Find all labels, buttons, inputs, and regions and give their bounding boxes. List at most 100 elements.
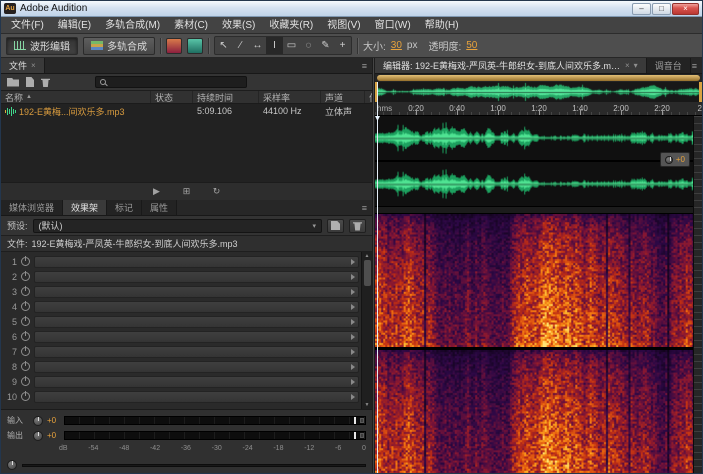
mix-knob[interactable] bbox=[7, 460, 17, 470]
effect-slot-button[interactable] bbox=[34, 301, 359, 313]
maximize-button[interactable]: □ bbox=[652, 3, 671, 15]
tab-mixer[interactable]: 调音台 bbox=[647, 58, 691, 73]
menu-item-6[interactable]: 视图(V) bbox=[320, 17, 367, 34]
scroll-down-icon[interactable]: ▼ bbox=[365, 402, 370, 408]
menu-item-3[interactable]: 素材(C) bbox=[167, 17, 215, 34]
range-fill[interactable] bbox=[377, 75, 700, 81]
effect-slot-button[interactable] bbox=[34, 331, 359, 343]
tab-close-icon[interactable]: × bbox=[31, 61, 36, 70]
chevron-down-icon[interactable]: ▾ bbox=[634, 61, 638, 70]
panel-menu-icon[interactable]: ≡ bbox=[362, 200, 367, 216]
effect-slot-button[interactable] bbox=[34, 361, 359, 373]
loop-playback-button[interactable]: ↻ bbox=[209, 185, 225, 198]
paintbrush-selection-tool-icon[interactable]: ✎ bbox=[317, 37, 334, 54]
waveform-spectral-splitter[interactable] bbox=[375, 206, 702, 214]
range-handle-right[interactable] bbox=[699, 82, 702, 102]
overview-waveform[interactable] bbox=[375, 82, 702, 102]
power-toggle-icon[interactable] bbox=[21, 272, 30, 281]
menu-item-8[interactable]: 帮助(H) bbox=[418, 17, 466, 34]
volume-hud[interactable]: +0 bbox=[660, 152, 690, 167]
power-toggle-icon[interactable] bbox=[21, 347, 30, 356]
power-toggle-icon[interactable] bbox=[21, 317, 30, 326]
volume-hud-value[interactable]: +0 bbox=[676, 155, 685, 164]
menu-item-5[interactable]: 收藏夹(R) bbox=[262, 17, 320, 34]
timeline-ruler[interactable]: hms 0:200:401:001:201:402:002:202:4 bbox=[375, 102, 702, 116]
file-row[interactable]: 192-E黄梅...间欢乐多.mp3 5:09.106 44100 Hz 立体声 bbox=[1, 104, 372, 118]
time-selection-tool-icon[interactable]: I bbox=[266, 37, 283, 54]
effect-slot-button[interactable] bbox=[34, 271, 359, 283]
overview-strip[interactable] bbox=[375, 82, 702, 102]
tab-files[interactable]: 文件 × bbox=[1, 58, 45, 73]
column-header-3[interactable]: 采样率 bbox=[259, 91, 321, 103]
input-gain-value[interactable]: +0 bbox=[47, 416, 60, 425]
scrollbar-thumb[interactable] bbox=[364, 260, 371, 286]
brush-size-value[interactable]: 30 bbox=[391, 40, 402, 51]
delete-file-icon[interactable] bbox=[41, 77, 50, 87]
effect-slot-button[interactable] bbox=[34, 391, 359, 403]
effect-slot-button[interactable] bbox=[34, 256, 359, 268]
minimize-button[interactable]: – bbox=[632, 3, 651, 15]
import-file-icon[interactable] bbox=[26, 77, 34, 87]
spectral-frequency-display-icon[interactable] bbox=[166, 38, 182, 54]
search-input[interactable] bbox=[95, 76, 247, 88]
column-header-0[interactable]: 名称▲ bbox=[1, 91, 151, 103]
menu-item-7[interactable]: 窗口(W) bbox=[368, 17, 418, 34]
delete-preset-button[interactable] bbox=[349, 219, 366, 233]
power-toggle-icon[interactable] bbox=[21, 362, 30, 371]
tab-3[interactable]: 属性 bbox=[142, 200, 177, 215]
menu-item-1[interactable]: 编辑(E) bbox=[51, 17, 98, 34]
rack-scrollbar[interactable]: ▲ ▼ bbox=[361, 252, 372, 409]
play-button[interactable]: ▶ bbox=[149, 185, 165, 198]
power-toggle-icon[interactable] bbox=[21, 302, 30, 311]
razor-tool-icon[interactable]: ∕ bbox=[232, 37, 249, 54]
output-gain-knob[interactable] bbox=[33, 431, 43, 441]
tab-0[interactable]: 媒体浏览器 bbox=[1, 200, 63, 215]
spectrogram-left-channel[interactable] bbox=[375, 214, 702, 347]
volume-knob-icon[interactable] bbox=[665, 156, 673, 164]
power-toggle-icon[interactable] bbox=[21, 377, 30, 386]
effect-slot-button[interactable] bbox=[34, 346, 359, 358]
effect-slot-button[interactable] bbox=[34, 316, 359, 328]
playhead[interactable] bbox=[377, 82, 378, 473]
tab-editor[interactable]: 编辑器: 192-E黄梅戏-严凤英-牛郎织女-到底人间欢乐多.mp3 × ▾ bbox=[375, 58, 647, 73]
spectral-pitch-display-icon[interactable] bbox=[187, 38, 203, 54]
menu-item-0[interactable]: 文件(F) bbox=[4, 17, 51, 34]
spot-healing-brush-tool-icon[interactable]: + bbox=[334, 37, 351, 54]
menu-item-4[interactable]: 效果(S) bbox=[215, 17, 262, 34]
slip-tool-icon[interactable]: ↔ bbox=[249, 37, 266, 54]
output-gain-value[interactable]: +0 bbox=[47, 431, 60, 440]
close-button[interactable]: × bbox=[672, 3, 699, 15]
amplitude-ruler[interactable] bbox=[693, 116, 702, 473]
preset-dropdown[interactable]: (默认) ▾ bbox=[33, 219, 322, 233]
power-toggle-icon[interactable] bbox=[21, 392, 30, 401]
insert-into-multitrack-button[interactable]: ⊞ bbox=[179, 185, 195, 198]
panel-menu-icon[interactable]: ≡ bbox=[362, 58, 367, 74]
waveform-right-channel[interactable] bbox=[375, 162, 702, 206]
panel-menu-icon[interactable]: ≡ bbox=[692, 58, 697, 74]
zoom-range-bar[interactable] bbox=[375, 74, 702, 82]
mix-slider[interactable] bbox=[22, 464, 366, 467]
column-header-4[interactable]: 声道 bbox=[321, 91, 365, 103]
save-preset-button[interactable] bbox=[327, 219, 344, 233]
spectrogram-right-channel[interactable] bbox=[375, 350, 702, 473]
effect-slot-button[interactable] bbox=[34, 376, 359, 388]
power-toggle-icon[interactable] bbox=[21, 332, 30, 341]
column-header-2[interactable]: 持续时间 bbox=[193, 91, 259, 103]
power-toggle-icon[interactable] bbox=[21, 257, 30, 266]
menu-item-2[interactable]: 多轨合成(M) bbox=[98, 17, 167, 34]
waveform-editor-button[interactable]: 波形编辑 bbox=[6, 37, 78, 55]
input-gain-knob[interactable] bbox=[33, 416, 43, 426]
effect-slot-button[interactable] bbox=[34, 286, 359, 298]
tab-1[interactable]: 效果架 bbox=[63, 200, 107, 215]
column-header-1[interactable]: 状态 bbox=[151, 91, 193, 103]
tab-2[interactable]: 标记 bbox=[107, 200, 142, 215]
waveform-left-channel[interactable] bbox=[375, 116, 702, 160]
lasso-selection-tool-icon[interactable]: ◌ bbox=[300, 37, 317, 54]
tab-close-icon[interactable]: × bbox=[625, 61, 630, 70]
marquee-selection-tool-icon[interactable]: ▭ bbox=[283, 37, 300, 54]
open-file-icon[interactable] bbox=[7, 78, 19, 87]
opacity-value[interactable]: 50 bbox=[466, 40, 477, 51]
multitrack-button[interactable]: 多轨合成 bbox=[83, 37, 155, 55]
scroll-up-icon[interactable]: ▲ bbox=[365, 253, 370, 259]
column-header-5[interactable]: 位 bbox=[365, 91, 372, 103]
